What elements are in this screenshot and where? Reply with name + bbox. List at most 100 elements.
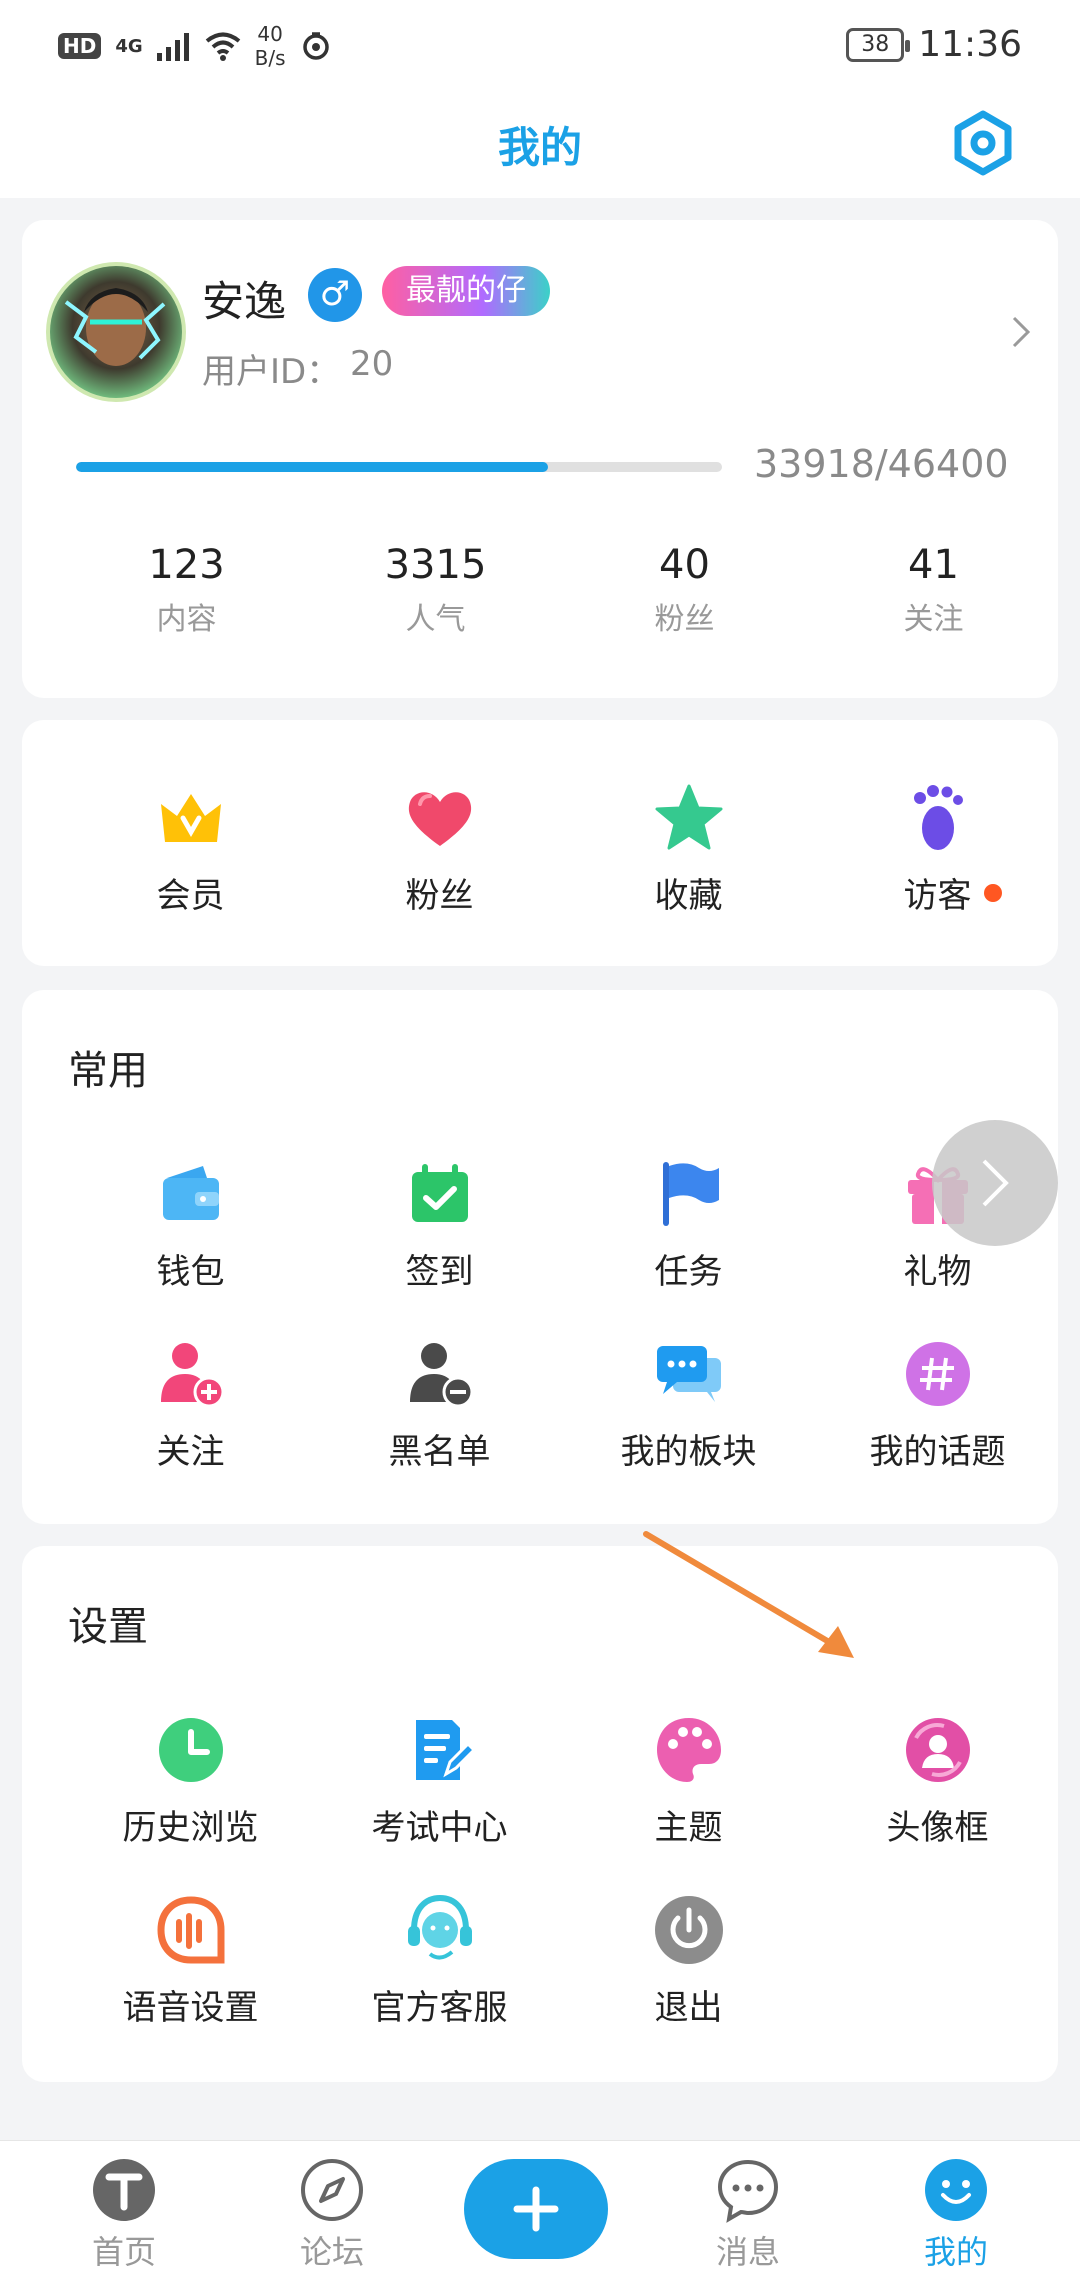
clock: 11:36 [918,24,1022,65]
speed-value: 40 [257,22,283,46]
stat-following[interactable]: 41 关注 [809,540,1058,638]
quick-item-label: 粉丝 [405,876,474,916]
settings-item-label: 头像框 [886,1808,989,1848]
quick-item-label: 收藏 [654,876,723,916]
xp-progress-fill [76,462,548,472]
hd-indicator: HD [58,33,102,59]
common-item-my-topics[interactable]: 我的话题 [813,1336,1062,1473]
common-item-label: 礼物 [903,1252,972,1292]
profile-card[interactable]: 安逸 ♂ 最靓的仔 用户ID： 20 33918/46400 123 内容 33… [22,220,1058,698]
common-item-label: 关注 [156,1432,225,1472]
status-bar: HD 4G 40 B/s 38 11:36 [0,0,1080,90]
stats-row: 123 内容 3315 人气 40 粉丝 41 关注 [22,540,1058,638]
settings-item-logout[interactable]: 退出 [564,1892,813,2029]
settings-item-avatar-frame[interactable]: 头像框 [813,1712,1062,1849]
top-nav-bar: 我的 [0,90,1080,198]
tab-label: 消息 [715,2233,780,2271]
annotation-arrow-icon [643,1531,854,1658]
power-icon [654,1896,723,1964]
stat-content[interactable]: 123 内容 [62,540,311,638]
carousel-next-button[interactable] [932,1120,1058,1246]
settings-item-voice[interactable]: 语音设置 [66,1892,315,2029]
stat-popularity[interactable]: 3315 人气 [311,540,560,638]
tab-label: 我的 [923,2233,988,2271]
settings-item-history[interactable]: 历史浏览 [66,1712,315,1849]
exam-edit-icon [415,1720,476,1780]
section-title-settings: 设置 [68,1604,148,1650]
tab-messages[interactable]: 消息 [668,2157,828,2273]
tab-forum[interactable]: 论坛 [252,2157,412,2273]
stat-label: 关注 [903,602,964,637]
star-icon [655,784,722,850]
settings-item-label: 官方客服 [371,1988,508,2028]
compass-icon [301,2159,363,2221]
settings-item-exam[interactable]: 考试中心 [315,1712,564,1849]
common-row-1: 钱包 签到 任务 礼物 [66,1156,1062,1293]
common-item-label: 我的话题 [869,1432,1006,1472]
common-item-tasks[interactable]: 任务 [564,1156,813,1293]
hashtag-icon [905,1342,970,1406]
settings-row-1: 历史浏览 考试中心 主题 头像框 [66,1712,1062,1849]
quick-item-favorites[interactable]: 收藏 [564,780,813,917]
new-visitor-dot [983,884,1002,902]
quick-item-visitors[interactable]: 访客 [813,780,1062,917]
common-item-checkin[interactable]: 签到 [315,1156,564,1293]
palette-icon [656,1718,721,1782]
user-add-icon [160,1343,224,1408]
quick-actions-card: 会员 粉丝 收藏 访客 [22,720,1058,966]
bottom-tab-bar: 首页 论坛 消息 我的 [0,2140,1080,2280]
settings-item-label: 主题 [654,1808,723,1848]
gender-male-icon: ♂ [308,268,362,322]
settings-hexagon-icon[interactable] [948,108,1018,178]
stat-label: 内容 [156,602,217,637]
user-id-label: 用户ID： [202,352,341,392]
settings-item-theme[interactable]: 主题 [564,1712,813,1849]
tab-home[interactable]: 首页 [44,2157,204,2273]
avatar[interactable] [46,262,186,402]
network-type: 4G [115,35,143,57]
quick-item-fans[interactable]: 粉丝 [315,780,564,917]
chat-bubbles-icon [656,1346,721,1402]
xp-progress-bar [76,462,722,472]
network-speed: 40 B/s [255,22,286,70]
smile-icon [925,2159,987,2221]
title-badge: 最靓的仔 [382,266,550,316]
quick-item-vip[interactable]: 会员 [66,780,315,917]
stat-label: 人气 [405,602,466,637]
common-item-label: 钱包 [156,1252,225,1292]
quick-item-label: 访客 [903,868,1002,917]
quick-actions-row: 会员 粉丝 收藏 访客 [66,780,1062,917]
signal-icon [156,33,189,61]
section-title-common: 常用 [68,1048,148,1094]
create-post-button[interactable] [464,2159,608,2259]
plus-icon [513,2186,559,2232]
common-item-my-boards[interactable]: 我的板块 [564,1336,813,1473]
common-item-wallet[interactable]: 钱包 [66,1156,315,1293]
settings-card: 设置 历史浏览 考试中心 主题 头像框 语音设置 官方客服 退出 [22,1546,1058,2082]
common-item-follow[interactable]: 关注 [66,1336,315,1473]
tab-label: 首页 [91,2233,156,2271]
clock-icon [158,1718,223,1782]
common-card: 常用 钱包 签到 任务 礼物 关注 黑名单 我的板块 我的话题 [22,990,1058,1524]
avatar-frame-icon [905,1718,970,1782]
common-item-label: 我的板块 [620,1432,757,1472]
avatar-image [46,262,186,402]
speed-unit: B/s [254,46,286,70]
home-t-icon [93,2159,155,2221]
quick-item-text: 访客 [903,876,972,916]
stat-value: 123 [148,542,225,588]
tab-me[interactable]: 我的 [876,2157,1036,2273]
chevron-right-icon[interactable] [1010,312,1034,352]
quick-item-label: 会员 [156,876,225,916]
stat-value: 41 [908,542,959,588]
stat-fans[interactable]: 40 粉丝 [560,540,809,638]
app-notification-icon [302,32,329,60]
common-item-blacklist[interactable]: 黑名单 [315,1336,564,1473]
chevron-right-icon [982,1159,1009,1207]
footprint-icon [913,785,963,850]
wallet-icon [162,1166,219,1220]
settings-item-label: 退出 [654,1988,723,2028]
settings-item-customer-service[interactable]: 官方客服 [315,1892,564,2029]
tab-label: 论坛 [299,2233,364,2271]
settings-row-2: 语音设置 官方客服 退出 [66,1892,1062,2029]
